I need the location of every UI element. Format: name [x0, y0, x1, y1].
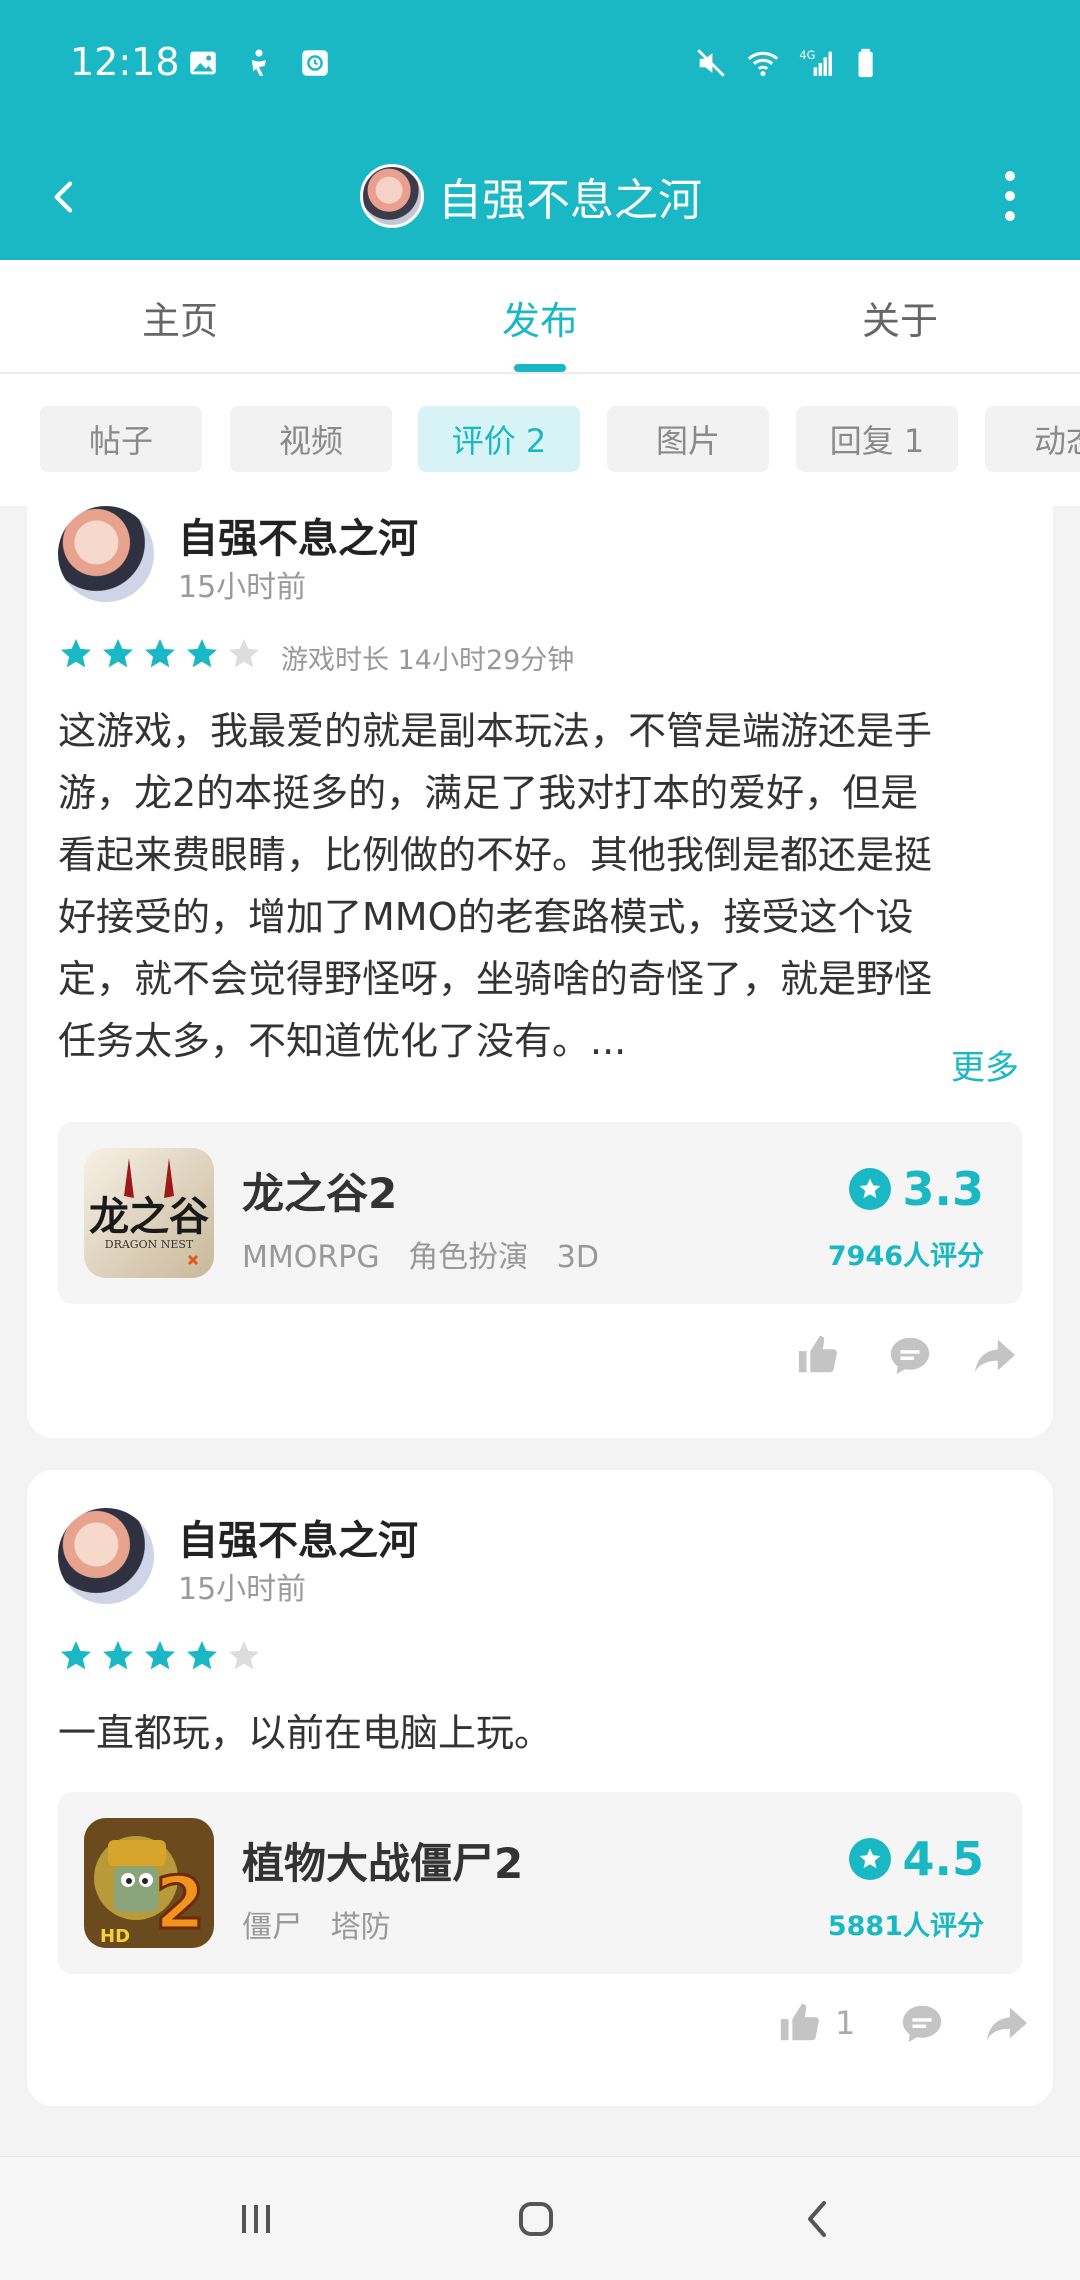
review-card[interactable]: 自强不息之河 15小时前 游戏时长 14小时29分钟 这游戏，我最爱的就是副本玩…: [27, 506, 1053, 1438]
status-bar: 12:18 4G: [0, 0, 1080, 132]
review-line: 看起来费眼睛，比例做的不好。其他我倒是都还是挺: [58, 833, 933, 877]
review-line: 一直都玩，以前在电脑上玩。: [58, 1711, 553, 1755]
mute-icon: [694, 46, 728, 80]
chip-replies[interactable]: 回复 1: [796, 406, 958, 472]
chip-images[interactable]: 图片: [607, 406, 769, 472]
score-value: 4.5: [902, 1832, 985, 1886]
star-icon: [145, 639, 175, 668]
star-icon: [61, 639, 91, 668]
filter-chips: 帖子 视频 评价 2 图片 回复 1 动态: [0, 374, 1080, 506]
star-icon: [145, 1641, 175, 1670]
review-text[interactable]: 一直都玩，以前在电脑上玩。: [58, 1702, 552, 1764]
tab-indicator: [514, 364, 566, 372]
more-link[interactable]: 更多: [951, 1040, 1019, 1089]
app-bar: 自强不息之河: [0, 132, 1080, 260]
rating-count: 7946人评分: [827, 1241, 984, 1272]
score-value: 3.3: [902, 1162, 985, 1216]
star-rating: [58, 636, 262, 672]
more-vert-icon[interactable]: [980, 164, 1040, 228]
review-text[interactable]: 这游戏，我最爱的就是副本玩法，不管是端游还是手 游，龙2的本挺多的，满足了我对打…: [58, 700, 932, 1072]
notification-icons: [186, 46, 332, 80]
chip-threads[interactable]: 帖子: [40, 406, 202, 472]
review-actions: 1: [773, 1996, 1033, 2050]
post-time: 15小时前: [178, 570, 307, 605]
dragon-nest-game-icon[interactable]: 龙之谷 DRAGON NEST: [84, 1148, 214, 1278]
star-icon: [187, 639, 217, 668]
profile-title: 自强不息之河: [360, 152, 702, 240]
system-icons: 4G: [694, 46, 884, 80]
avatar[interactable]: [58, 1508, 154, 1604]
review-actions: [791, 1328, 1021, 1382]
chip-activity[interactable]: 动态: [985, 406, 1080, 472]
star-rating: [58, 1638, 262, 1674]
star-empty-icon: [229, 1641, 259, 1670]
tab-home[interactable]: 主页: [80, 290, 280, 345]
share-icon[interactable]: [979, 1996, 1033, 2050]
home-icon[interactable]: [498, 2181, 574, 2257]
wifi-icon: [746, 46, 780, 80]
game-name[interactable]: 龙之谷2: [242, 1160, 397, 1221]
game-tags: 僵尸 塔防: [242, 1910, 391, 1945]
review-line: 游，龙2的本挺多的，满足了我对打本的爱好，但是: [58, 771, 919, 815]
star-icon: [187, 1641, 217, 1670]
tab-about[interactable]: 关于: [800, 290, 1000, 345]
review-card[interactable]: 自强不息之河 15小时前 一直都玩，以前在电脑上玩。 2 HD 植物大战僵尸2 …: [27, 1470, 1053, 2106]
review-line: 任务太多，不知道优化了没有。...: [58, 1019, 627, 1063]
pvz2-game-icon[interactable]: 2 HD: [84, 1818, 214, 1948]
post-time: 15小时前: [178, 1572, 307, 1607]
status-time: 12:18: [70, 40, 180, 84]
star-icon: [103, 1641, 133, 1670]
play-time: 游戏时长 14小时29分钟: [281, 645, 575, 676]
review-line: 定，就不会觉得野怪呀，坐骑啥的奇怪了，就是野怪: [58, 957, 933, 1001]
tab-posts[interactable]: 发布: [440, 290, 640, 345]
game-tags: MMORPG 角色扮演 3D: [242, 1240, 599, 1275]
user-name[interactable]: 自强不息之河: [178, 1508, 418, 1566]
game-card[interactable]: 龙之谷 DRAGON NEST 龙之谷2 MMORPG 角色扮演 3D 3.3 …: [58, 1122, 1022, 1304]
svg-text:DRAGON NEST: DRAGON NEST: [105, 1238, 194, 1251]
battery-icon: [850, 46, 884, 80]
game-name[interactable]: 植物大战僵尸2: [242, 1830, 523, 1891]
review-line: 这游戏，我最爱的就是副本玩法，不管是端游还是手: [58, 709, 933, 753]
avatar[interactable]: [58, 506, 154, 602]
recent-apps-icon[interactable]: [218, 2181, 294, 2257]
star-icon: [61, 1641, 91, 1670]
like-icon[interactable]: [773, 1996, 827, 2050]
review-line: 好接受的，增加了MMO的老套路模式，接受这个设: [58, 895, 914, 939]
star-empty-icon: [229, 639, 259, 668]
comment-icon[interactable]: [883, 1328, 937, 1382]
back-icon[interactable]: [780, 2181, 856, 2257]
score-star-icon: [848, 1168, 891, 1210]
back-arrow-icon[interactable]: [30, 162, 100, 232]
system-nav-bar: [0, 2156, 1080, 2280]
user-name[interactable]: 自强不息之河: [178, 506, 418, 564]
page-title: 自强不息之河: [438, 175, 702, 226]
chip-videos[interactable]: 视频: [230, 406, 392, 472]
svg-text:4G: 4G: [799, 48, 815, 62]
chip-reviews[interactable]: 评价 2: [418, 406, 580, 472]
score-star-icon: [848, 1838, 891, 1880]
comment-icon[interactable]: [895, 1996, 949, 2050]
game-card[interactable]: 2 HD 植物大战僵尸2 僵尸 塔防 4.5 5881人评分: [58, 1792, 1022, 1974]
like-count: 1: [835, 2004, 856, 2042]
clock-app-icon: [298, 46, 332, 80]
accessibility-icon: [242, 46, 276, 80]
signal-4g-icon: 4G: [798, 46, 832, 80]
profile-tabs: 主页 发布 关于: [0, 260, 1080, 374]
svg-text:龙之谷: 龙之谷: [89, 1193, 209, 1240]
svg-text:2: 2: [155, 1861, 205, 1945]
avatar[interactable]: [360, 164, 424, 228]
image-icon: [186, 46, 220, 80]
rating-count: 5881人评分: [827, 1911, 984, 1942]
game-score: 4.5: [848, 1832, 985, 1886]
star-icon: [103, 639, 133, 668]
share-icon[interactable]: [967, 1328, 1021, 1382]
game-score: 3.3: [848, 1162, 985, 1216]
like-icon[interactable]: [791, 1328, 845, 1382]
svg-text:HD: HD: [100, 1926, 130, 1947]
